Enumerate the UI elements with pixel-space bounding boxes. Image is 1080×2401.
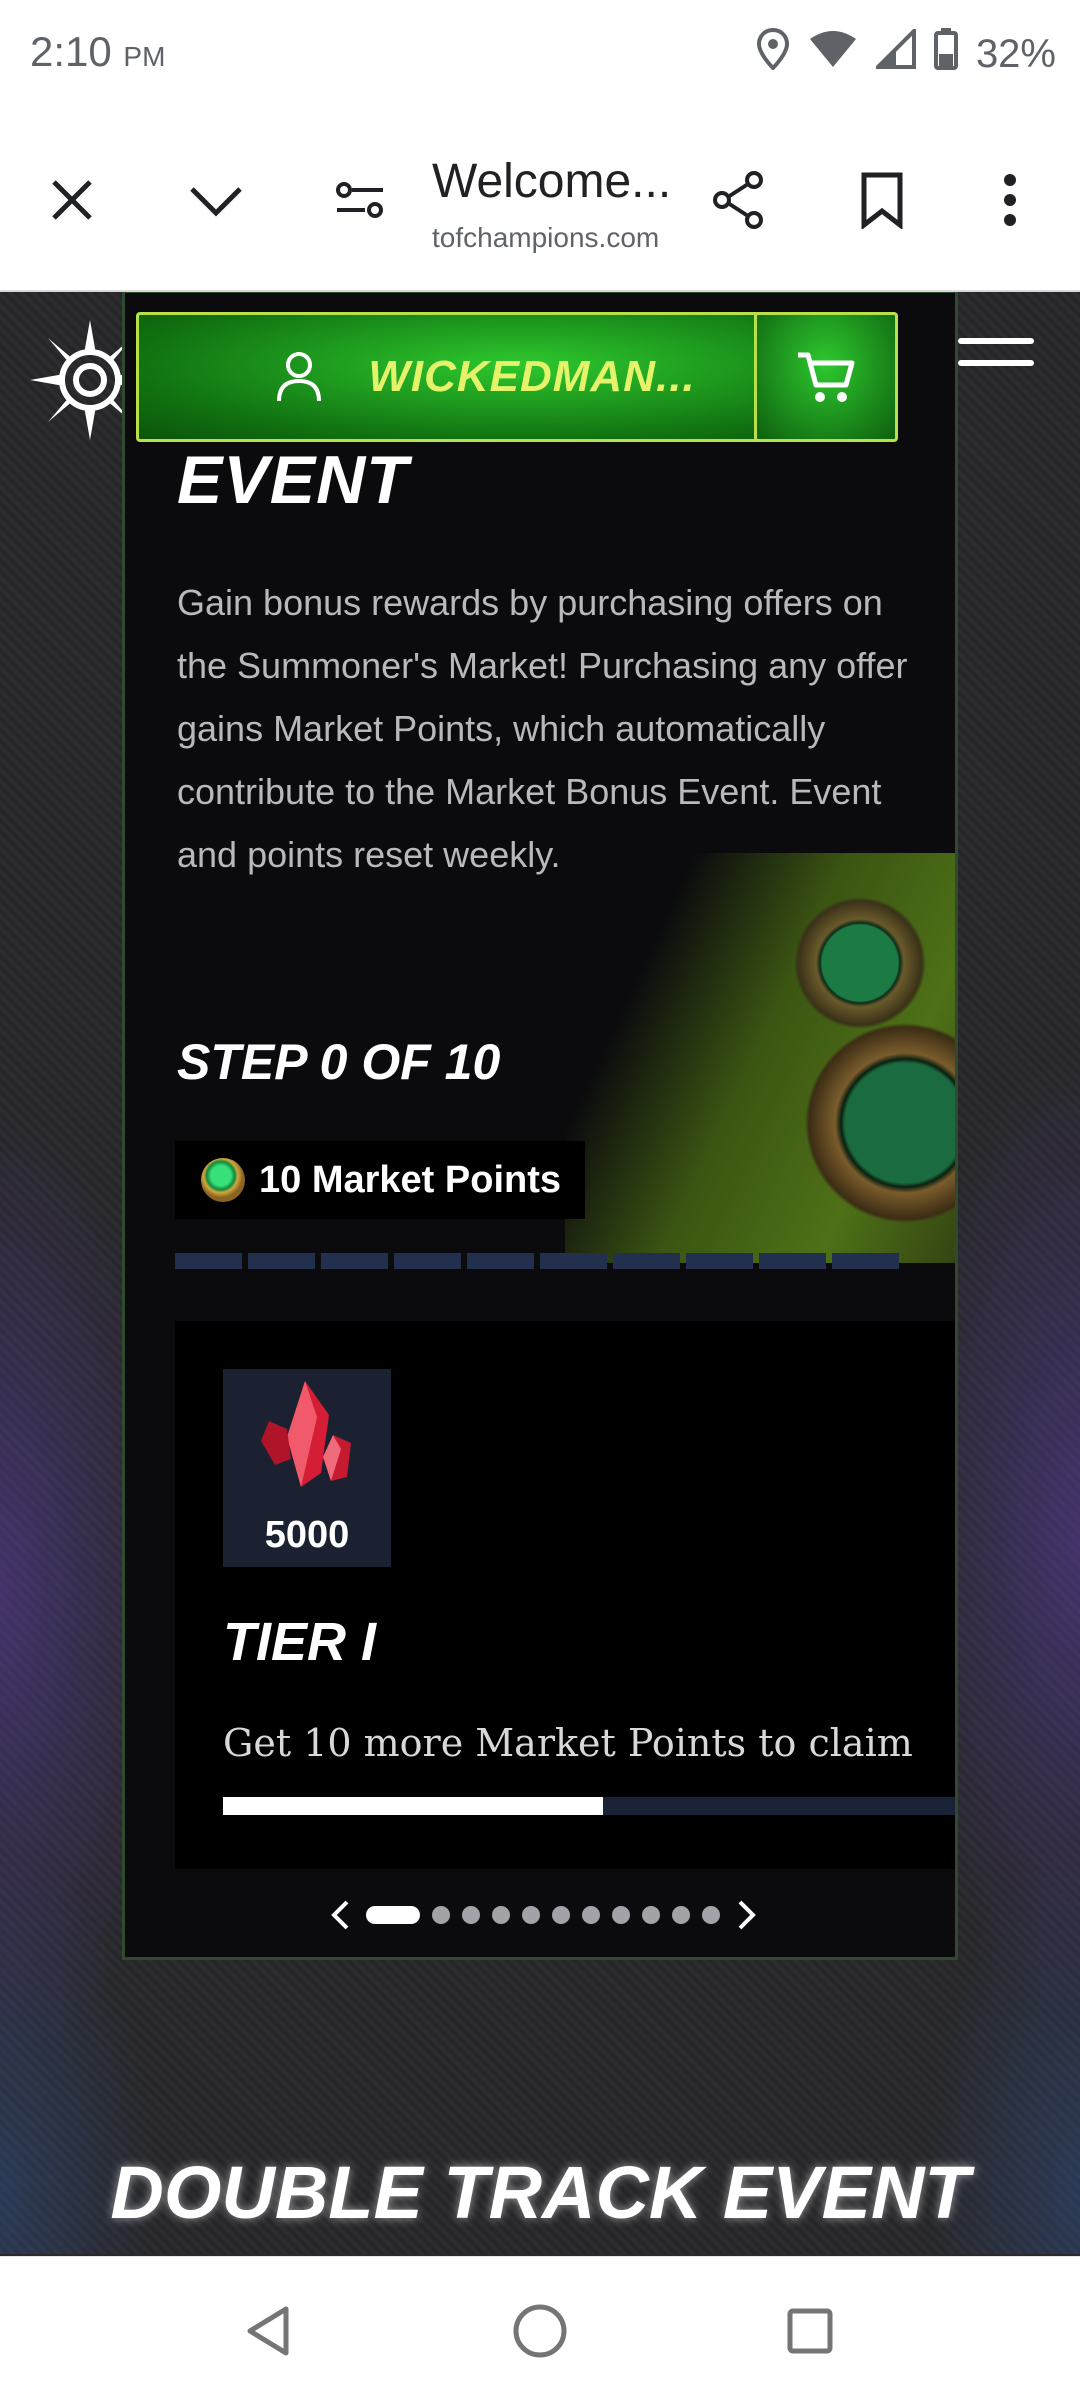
close-icon[interactable] <box>40 168 104 232</box>
location-icon <box>756 27 790 80</box>
tier-progress-fill <box>223 1797 603 1815</box>
tier-panel: 5000 TIER I Get 10 more Market Points to… <box>175 1321 955 1869</box>
reward-amount: 5000 <box>264 1514 350 1556</box>
step-progress-text: STEP 0 OF 10 <box>177 1034 501 1090</box>
home-icon[interactable] <box>510 2301 570 2361</box>
step-segment <box>613 1253 680 1269</box>
step-segment-bar <box>175 1253 899 1269</box>
claim-requirement-text: Get 10 more Market Points to claim <box>223 1721 913 1765</box>
pager-dot[interactable] <box>612 1906 630 1924</box>
browser-toolbar: Welcome... tofchampions.com <box>0 110 1080 292</box>
tier-progress-bar <box>223 1797 955 1815</box>
step-segment <box>248 1253 315 1269</box>
chevron-down-icon[interactable] <box>184 168 248 232</box>
pager-dot[interactable] <box>492 1906 510 1924</box>
reward-tile[interactable]: 5000 <box>223 1369 391 1567</box>
clock: 2:10 PM <box>30 28 166 75</box>
chevron-right-icon[interactable] <box>732 1895 761 1935</box>
market-points-label: 10 Market Points <box>259 1158 561 1201</box>
event-description: Gain bonus rewards by purchasing offers … <box>177 582 908 875</box>
pager-dot[interactable] <box>462 1906 480 1924</box>
status-bar: 2:10 PM 32% <box>0 0 1080 110</box>
user-icon <box>277 352 322 402</box>
cart-button[interactable] <box>754 312 898 442</box>
account-button[interactable]: WICKEDMAN... <box>136 312 836 442</box>
battery-percent: 32% <box>975 31 1056 76</box>
pager-dot[interactable] <box>642 1906 660 1924</box>
pager-dot[interactable] <box>582 1906 600 1924</box>
battery-icon <box>933 28 958 80</box>
step-segment <box>832 1253 899 1269</box>
page-title[interactable]: Welcome... <box>432 154 671 209</box>
event-art-image <box>565 853 955 1263</box>
step-segment <box>321 1253 388 1269</box>
pager-dots <box>366 1906 720 1924</box>
signal-icon <box>873 26 916 79</box>
cart-icon <box>798 352 855 402</box>
step-segment <box>686 1253 753 1269</box>
step-segment <box>759 1253 826 1269</box>
pager-dot[interactable] <box>522 1906 540 1924</box>
web-page: S EVENT Gain bonus rewards by purchasing <box>0 292 1080 2254</box>
event-title: EVENT <box>177 442 409 518</box>
step-segment <box>175 1253 242 1269</box>
red-crystal-icon <box>261 1381 351 1487</box>
pager-dot[interactable] <box>702 1906 720 1924</box>
recents-icon[interactable] <box>780 2301 840 2361</box>
step-segment <box>540 1253 607 1269</box>
market-bonus-event-card: EVENT Gain bonus rewards by purchasing o… <box>122 292 958 1960</box>
double-track-event-heading: DOUBLE TRACK EVENT <box>110 2151 970 2234</box>
back-icon[interactable] <box>238 2301 298 2361</box>
pager-dot[interactable] <box>552 1906 570 1924</box>
url-domain[interactable]: tofchampions.com <box>432 222 659 254</box>
tier-title: TIER I <box>223 1612 377 1672</box>
pager-dot[interactable] <box>366 1906 420 1924</box>
market-point-coin-icon <box>201 1158 245 1202</box>
username: WICKEDMAN... <box>368 352 696 401</box>
more-vert-icon[interactable] <box>978 168 1042 232</box>
carousel-pager <box>325 1895 761 1935</box>
page-info-icon[interactable] <box>328 168 392 232</box>
chevron-left-icon[interactable] <box>325 1895 354 1935</box>
bookmark-icon[interactable] <box>850 168 914 232</box>
system-nav-bar <box>0 2256 1080 2401</box>
pager-dot[interactable] <box>672 1906 690 1924</box>
hamburger-menu-icon[interactable] <box>958 338 1034 378</box>
step-segment <box>394 1253 461 1269</box>
share-icon[interactable] <box>706 168 770 232</box>
step-segment <box>467 1253 534 1269</box>
market-points-badge: 10 Market Points <box>175 1141 585 1219</box>
status-icons: 32% <box>756 26 1056 80</box>
wifi-icon <box>808 29 858 79</box>
pager-dot[interactable] <box>432 1906 450 1924</box>
